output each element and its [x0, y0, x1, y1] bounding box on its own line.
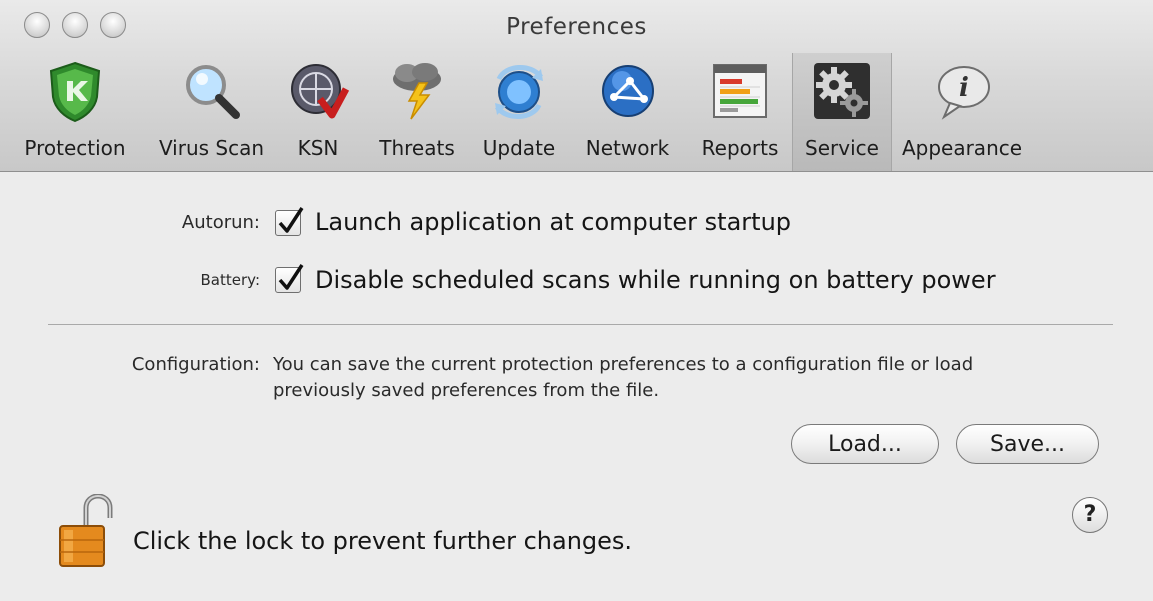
window-title: Preferences — [506, 14, 647, 40]
configuration-description: You can save the current protection pref… — [273, 352, 1093, 404]
update-sync-icon — [494, 65, 544, 119]
info-bubble-icon: i — [938, 66, 990, 120]
tab-label: KSN — [297, 136, 339, 160]
protection-shield-icon — [49, 61, 101, 123]
tab-update[interactable]: Update — [471, 53, 567, 171]
configuration-description-line: You can save the current protection pref… — [273, 354, 974, 375]
tab-threats[interactable]: Threats — [363, 53, 471, 171]
lock-button[interactable] — [58, 493, 114, 570]
autorun-option-text[interactable]: Launch application at computer startup — [315, 208, 791, 236]
tab-virus-scan[interactable]: Virus Scan — [150, 53, 273, 171]
tab-ksn[interactable]: KSN — [273, 53, 363, 171]
tab-label: Threats — [379, 136, 455, 160]
tab-label: Reports — [701, 136, 779, 160]
tab-label: Appearance — [901, 136, 1023, 160]
report-chart-icon — [713, 64, 767, 118]
gears-icon — [814, 63, 870, 119]
section-divider — [48, 324, 1113, 325]
tab-protection[interactable]: Protection — [0, 53, 150, 171]
tab-appearance[interactable]: i Appearance — [892, 53, 1032, 171]
tab-label: Network — [585, 136, 670, 160]
tab-label: Service — [805, 136, 879, 160]
preferences-toolbar: Protection Virus Scan KSN Threats Update… — [0, 53, 1032, 171]
tab-label: Protection — [24, 136, 126, 160]
load-button[interactable]: Load... — [791, 424, 939, 464]
tab-label: Update — [482, 136, 556, 160]
autorun-label: Autorun: — [181, 212, 260, 233]
configuration-description-line: previously saved preferences from the fi… — [273, 380, 660, 401]
battery-label: Battery: — [200, 271, 260, 289]
tab-service[interactable]: Service — [792, 53, 892, 171]
save-button[interactable]: Save... — [956, 424, 1099, 464]
checkmark-icon — [278, 207, 304, 233]
tab-label: Virus Scan — [158, 136, 265, 160]
battery-checkbox[interactable] — [275, 264, 304, 293]
svg-text:i: i — [959, 73, 969, 103]
autorun-checkbox[interactable] — [275, 207, 304, 236]
configuration-label: Configuration: — [131, 354, 260, 375]
open-padlock-icon — [59, 493, 113, 567]
checkmark-icon — [278, 264, 304, 290]
storm-cloud-icon — [393, 63, 441, 120]
magnifier-icon — [185, 65, 240, 119]
preferences-window: Preferences Protection Virus Scan KSN Th… — [0, 0, 1153, 601]
tab-reports[interactable]: Reports — [688, 53, 792, 171]
network-globe-icon — [601, 65, 654, 117]
help-button[interactable]: ? — [1072, 497, 1108, 533]
battery-option-text[interactable]: Disable scheduled scans while running on… — [315, 266, 996, 294]
window-chrome: Preferences Protection Virus Scan KSN Th… — [0, 0, 1153, 172]
tab-network[interactable]: Network — [567, 53, 688, 171]
lock-message: Click the lock to prevent further change… — [133, 527, 633, 555]
ksn-globe-icon — [291, 64, 350, 119]
